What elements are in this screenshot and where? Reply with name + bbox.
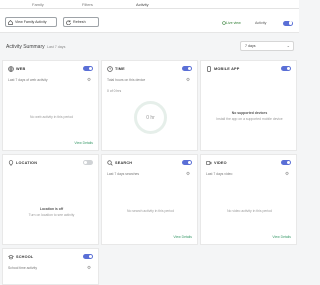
live-view-link[interactable]: Live view [222,20,241,25]
refresh-button[interactable]: Refresh [63,17,99,27]
globe-icon [8,66,14,72]
eye-icon [222,20,226,25]
card-web: WEB Last 7 days of web activity ⚙ No web… [2,60,99,151]
tab-activity[interactable]: Activity [136,2,149,7]
card-mobile-title: MOBILE APP [214,66,240,71]
gear-icon[interactable]: ⚙ [87,265,91,271]
live-view-label: Live view [226,21,241,25]
mobile-toggle[interactable] [281,66,291,71]
chevron-down-icon: ⌄ [286,43,290,48]
card-school-title: SCHOOL [16,254,34,259]
time-toggle[interactable] [182,66,192,71]
toolbar: View Family Activity Refresh Live view A… [0,9,299,33]
tab-filters[interactable]: Filters [82,2,93,7]
gear-icon[interactable]: ⚙ [186,171,190,177]
home-icon [8,19,13,25]
card-mobile-empty-title: No supported devices [231,111,268,115]
activity-switch-label: Activity [255,21,267,25]
card-video-title: VIDEO [214,160,227,165]
time-ring: 0 hr [134,101,167,134]
refresh-label: Refresh [73,20,86,24]
view-activity-button[interactable]: View Family Activity [5,17,57,27]
tab-family[interactable]: Family [32,2,44,7]
card-time-title: TIME [115,66,125,71]
video-details-link[interactable]: View Details [272,235,291,239]
card-time: TIME Total hours on this device ⚙ 0 of 0… [101,60,198,151]
view-activity-label: View Family Activity [15,20,47,24]
clock-icon [107,66,113,72]
card-video: VIDEO Last 7 days video ⚙ No video activ… [200,154,297,245]
page-title-text: Activity Summary [6,44,45,50]
card-video-sub: Last 7 days video [206,172,233,176]
card-search-empty: No search activity in this period [127,209,174,213]
card-web-title: WEB [16,66,26,71]
card-search-title: SEARCH [115,160,133,165]
location-toggle[interactable] [83,160,93,165]
gear-icon[interactable]: ⚙ [87,77,91,83]
card-video-empty: No video activity in this period [227,209,272,213]
card-location-title: LOCATION [16,160,38,165]
search-details-link[interactable]: View Details [173,235,192,239]
school-toggle[interactable] [83,254,93,259]
gear-icon[interactable]: ⚙ [285,171,289,177]
card-school: SCHOOL School time activity ⚙ [2,248,99,285]
search-icon [107,160,113,166]
page-title: Activity Summary Last 7 days [6,44,65,50]
card-time-sub: Total hours on this device [107,78,146,82]
card-web-sub: Last 7 days of web activity [8,78,48,82]
refresh-icon [66,19,71,25]
time-ring-label: 0 hr [146,115,155,121]
top-nav: Family Filters Activity [0,0,299,9]
activity-toggle[interactable] [283,20,293,26]
card-web-empty: No web activity in this period [30,115,73,119]
video-toggle[interactable] [281,160,291,165]
phone-icon [207,66,211,72]
search-toggle[interactable] [182,160,192,165]
card-location-empty: Turn on location to see activity [28,213,75,217]
video-icon [206,161,212,165]
card-location-empty-title: Location is off [39,207,64,211]
card-location: LOCATION Location is off Turn on locatio… [2,154,99,245]
page-subtitle: Last 7 days [47,45,66,49]
gear-icon[interactable]: ⚙ [186,77,190,83]
card-mobile-empty: Install the app on a supported mobile de… [216,117,283,121]
location-pin-icon [8,160,14,166]
card-search-sub: Last 7 days searches [107,172,140,176]
school-icon [8,254,14,260]
card-school-sub: School time activity [8,266,38,270]
card-mobile-app: MOBILE APP No supported devices Install … [200,60,297,151]
card-search: SEARCH Last 7 days searches ⚙ No search … [101,154,198,245]
web-details-link[interactable]: View Details [74,141,93,145]
web-toggle[interactable] [83,66,93,71]
card-time-status: 0 of 0 hrs [107,89,122,93]
range-select-value: 7 days [245,44,256,48]
range-select[interactable]: 7 days ⌄ [240,41,294,51]
